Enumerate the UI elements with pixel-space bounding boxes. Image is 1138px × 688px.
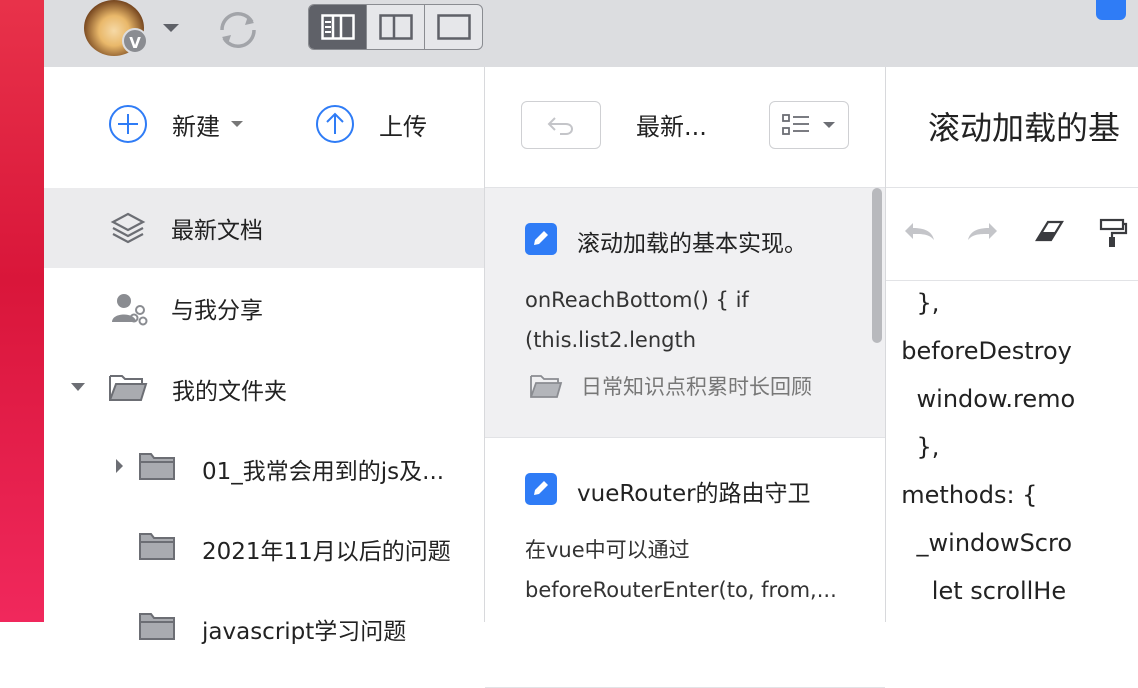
sidebar-actions: 新建 上传 [44,67,484,185]
view-mode-switch [308,4,483,50]
code-line: beforeDestroy [886,337,1072,365]
caret-down-icon[interactable] [70,381,86,393]
undo-icon[interactable] [902,218,936,244]
document-list-item[interactable]: 滚动加载的基本实现。 onReachBottom() { if (this.li… [485,188,885,438]
three-column-view-icon [320,14,355,40]
redo-icon[interactable] [966,218,1000,244]
snippet-line: (this.list2.length [525,328,697,352]
desktop-wallpaper [0,0,44,622]
folder-item[interactable]: 2021年11月以后的问题 [44,507,484,587]
code-line: window.remo [886,385,1076,413]
sync-icon[interactable] [214,8,262,52]
document-folder-label: 日常知识点积累时长回顾 [581,375,812,399]
document-list-panel: 最新... 滚动加载的基本实现。 onReachBottom() {if (t… [485,67,886,688]
two-column-view-button[interactable] [367,5,425,49]
snippet-line: onReachBottom() { if [525,288,749,312]
shared-users-icon [112,294,148,326]
upload-button[interactable]: 上传 [315,104,427,144]
editor-panel: 滚动加载的基 }, beforeDestroy window.remo}, m… [886,67,1138,622]
code-line: }, [886,289,940,317]
folder-icon [139,453,175,480]
snippet-line: beforeRouterEnter(to, from,... [525,578,837,602]
document-snippet: onReachBottom() { if (this.list2.length [525,280,845,360]
note-edit-icon [525,223,557,255]
folder-label: javascript学习问题 [202,619,407,645]
sidebar-item-recent[interactable]: 最新文档 [44,188,484,268]
document-list-header: 最新... [485,67,885,188]
single-column-view-icon [436,14,471,40]
sidebar-item-label: 我的文件夹 [172,379,287,405]
sidebar-item-label: 与我分享 [171,298,263,324]
sidebar-item-my-folder[interactable]: 我的文件夹 [44,347,484,427]
note-edit-icon [525,473,557,505]
snippet-line: 在vue中可以通过 [525,538,690,562]
undo-arrow-icon [547,117,573,135]
upload-button-label: 上传 [379,112,427,141]
chevron-down-icon [823,122,835,128]
folder-label: 2021年11月以后的问题 [202,539,451,565]
eraser-icon[interactable] [1032,218,1066,244]
chevron-down-icon [231,121,243,127]
code-line: }, [886,433,940,461]
sidebar-item-label: 最新文档 [171,218,263,244]
list-title: 最新... [636,113,707,141]
document-title: vueRouter的路由守卫 [577,481,811,507]
editor-toolbar [886,187,1138,281]
new-button[interactable]: 新建 [108,104,244,144]
folder-item[interactable]: 01_我常会用到的js及... [44,427,484,507]
plus-circle-icon [109,105,147,143]
notes-app-window: V 新建 上传 最新文档 与我分享 我的文件夹 01_我常会用到的js及... … [44,0,1138,688]
folder-open-icon [109,375,148,401]
document-list-item[interactable]: vueRouter的路由守卫 在vue中可以通过 beforeRouterEnt… [485,438,885,688]
folder-icon [139,613,175,640]
list-icon [782,114,809,135]
chevron-down-icon[interactable] [162,22,180,34]
top-toolbar: V [44,0,1138,68]
single-column-view-button[interactable] [425,5,482,49]
document-folder: 日常知识点积累时长回顾 [529,371,812,401]
layers-icon [110,212,146,244]
editor-title[interactable]: 滚动加载的基 [928,103,1120,149]
list-view-toggle[interactable] [769,101,849,149]
caret-right-icon[interactable] [114,458,124,474]
code-line: methods: { [886,481,1038,509]
folder-icon [139,533,175,560]
folder-item[interactable]: javascript学习问题 [44,587,484,667]
sidebar-item-shared[interactable]: 与我分享 [44,268,484,348]
three-column-view-button[interactable] [309,5,367,49]
code-line: let scrollHe [886,577,1067,605]
document-snippet: 在vue中可以通过 beforeRouterEnter(to, from,... [525,530,845,610]
edit-note-icon[interactable] [1096,0,1126,20]
new-button-label: 新建 [172,112,220,141]
format-painter-icon[interactable] [1098,218,1128,248]
two-column-view-icon [378,14,413,40]
code-line: _windowScro [886,529,1073,557]
back-button[interactable] [521,101,601,149]
sidebar: 新建 上传 最新文档 与我分享 我的文件夹 01_我常会用到的js及... 20… [44,67,485,645]
document-title: 滚动加载的基本实现。 [577,231,807,257]
folder-open-icon [530,375,563,398]
avatar-badge: V [122,28,148,54]
editor-content[interactable]: }, beforeDestroy window.remo }, methods:… [886,279,1138,615]
folder-label: 01_我常会用到的js及... [202,459,445,485]
list-scrollbar[interactable] [872,188,882,343]
upload-circle-icon [316,105,354,143]
